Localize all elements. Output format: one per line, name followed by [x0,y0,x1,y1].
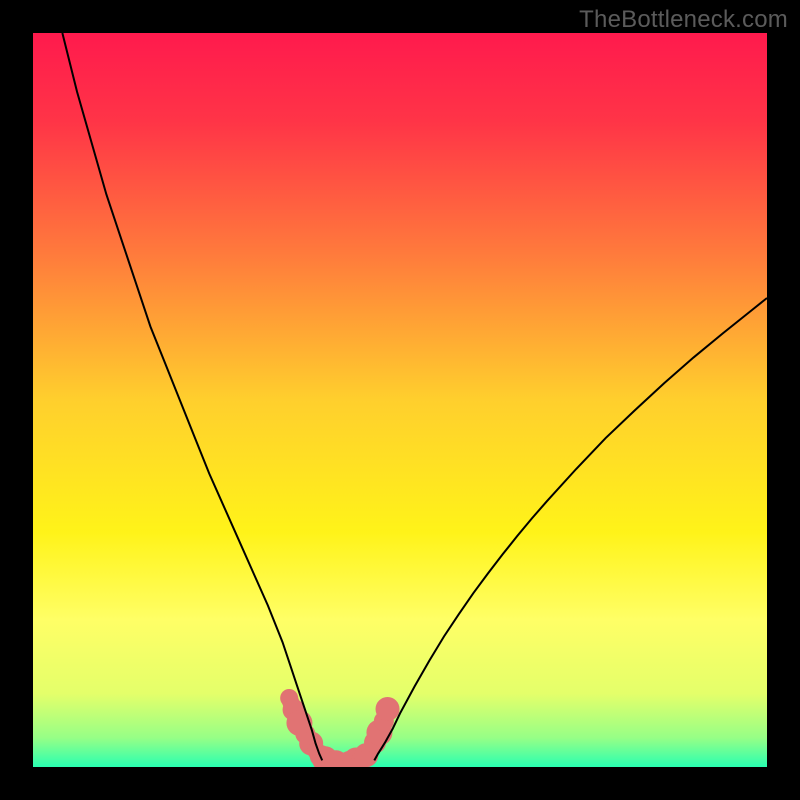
chart-svg [33,33,767,767]
plot-area [33,33,767,767]
band-dot [376,697,400,721]
chart-frame: TheBottleneck.com [0,0,800,800]
gradient-bg [33,33,767,767]
watermark-text: TheBottleneck.com [579,6,788,34]
